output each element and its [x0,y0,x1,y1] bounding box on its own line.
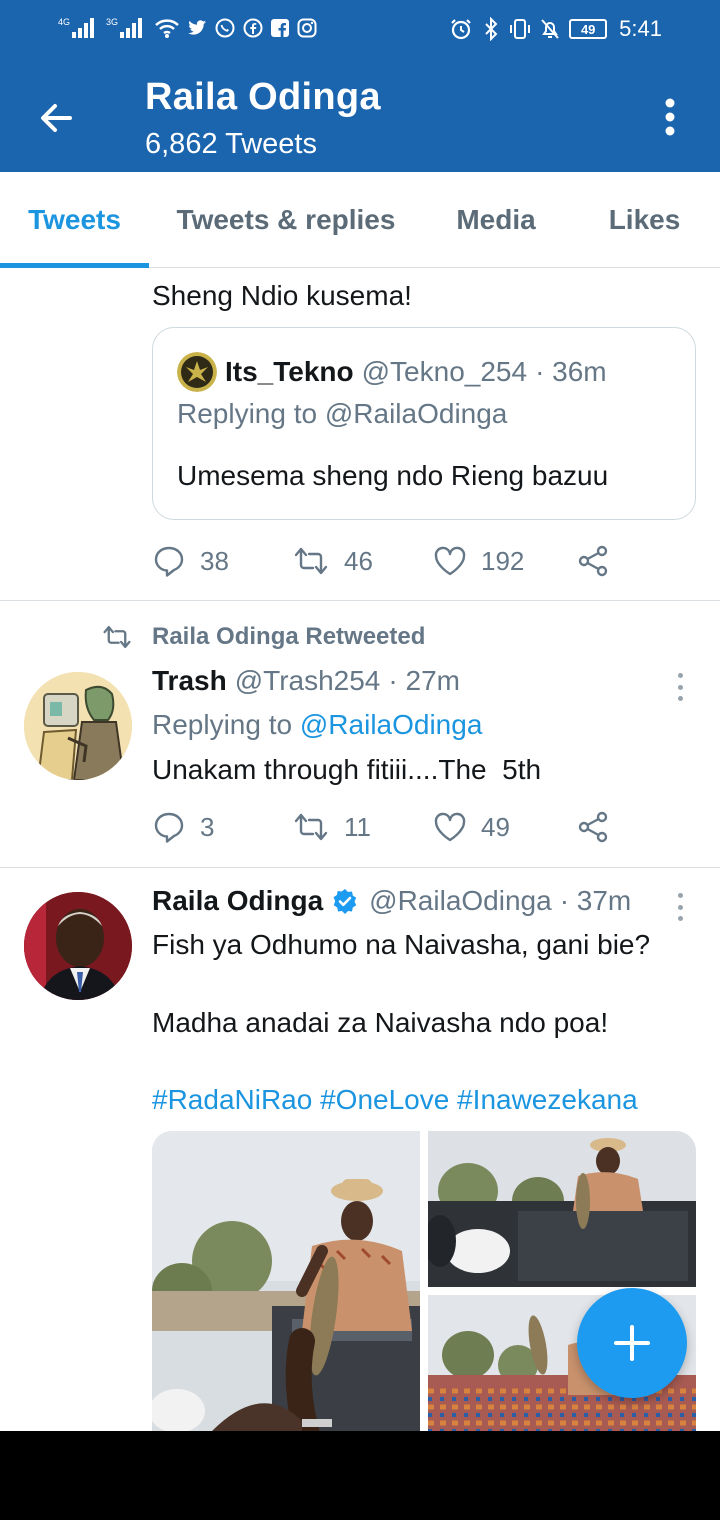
vibrate-icon [510,19,531,39]
retweet-count: 11 [344,811,371,842]
compose-tweet-button[interactable] [577,1288,687,1398]
reply-count: 38 [200,545,229,576]
tab-media[interactable]: Media [423,172,569,268]
facebook-circle-icon [243,18,263,38]
share-button[interactable] [576,544,624,578]
tweet-text: Unakam through fitiii....The 5th [152,754,542,785]
app-header: 4G 3G 49 5:41 Raila Odinga 6,862 Tweets [0,0,720,172]
tweet-time: · 27m [388,665,460,696]
tweet-header: Raila Odinga @RailaOdinga · 37m [152,885,631,917]
tweet-divider [0,867,720,868]
avatar[interactable] [24,892,132,1000]
tab-tweets[interactable]: Tweets [0,172,149,268]
user-name[interactable]: Raila Odinga [152,885,323,917]
quoted-user-avatar[interactable] [177,352,217,392]
status-left-icons: 4G 3G [58,16,318,40]
tweet-actions: 38 46 192 [152,541,624,581]
retweet-count: 46 [344,545,373,576]
tweet-text-line: Fish ya Odhumo na Naivasha, gani bie? [152,929,651,960]
svg-text:4G: 4G [58,17,70,27]
quoted-tweet-time: · 36m [535,356,607,387]
tweet-divider [0,600,720,601]
quoted-user-name[interactable]: Its_Tekno [225,356,354,388]
retweet-button[interactable]: 46 [292,544,433,578]
tweet-feed[interactable]: Sheng Ndio kusema! Its_Tekno @Tekno_254 … [0,269,720,1431]
share-icon [578,811,608,843]
avatar[interactable] [24,672,132,780]
tweet-text: Sheng Ndio kusema! [152,280,412,311]
status-time: 5:41 [619,16,662,41]
like-button[interactable]: 49 [433,811,576,843]
signal-3g-icon: 3G [106,17,142,38]
tweet-time: · 37m [559,885,632,916]
quoted-tweet-card[interactable]: Its_Tekno @Tekno_254 · 36m Replying to @… [152,327,696,520]
replying-to-handle[interactable]: @RailaOdinga [300,709,483,740]
media-photo-1[interactable] [152,1131,420,1431]
active-tab-indicator [0,263,149,268]
retweet-icon [294,813,328,841]
back-button[interactable] [30,92,82,144]
wifi-icon [155,19,179,38]
tweet-options-button[interactable] [670,889,690,925]
battery-indicator: 49 [569,19,608,39]
tweet-options-button[interactable] [670,669,690,705]
media-photo-2[interactable] [428,1131,696,1287]
quoted-tweet-text: Umesema sheng ndo Rieng bazuu [177,460,609,491]
plus-icon [614,1325,650,1361]
retweet-icon [294,547,328,575]
share-button[interactable] [576,810,624,844]
retweeted-by-row: Raila Odinga Retweeted [100,623,425,651]
status-right-icons: 49 5:41 [449,16,662,42]
retweet-button[interactable]: 11 [292,810,433,844]
alarm-icon [451,19,471,40]
tweet-count: 6,862 Tweets [145,128,317,160]
heart-icon [434,812,466,842]
tweet-header: Trash @Trash254 · 27m [152,665,460,697]
whatsapp-icon [215,18,235,38]
like-count: 49 [481,811,510,842]
more-vertical-icon [665,98,675,136]
user-handle[interactable]: @Trash254 [235,665,381,697]
like-button[interactable]: 192 [433,545,576,577]
profile-tabs: Tweets Tweets & replies Media Likes [0,172,720,268]
signal-4g-icon: 4G [58,17,94,38]
tweet-actions: 3 11 49 [152,807,624,847]
reply-icon [154,546,184,577]
user-handle[interactable]: @RailaOdinga [369,885,552,917]
overflow-menu-button[interactable] [650,92,690,142]
mute-bell-icon [541,19,559,39]
like-count: 192 [481,545,525,576]
share-icon [578,545,608,577]
avatar-illustration [24,672,132,780]
replying-to-label: Replying to [152,709,293,740]
instagram-icon [297,18,317,38]
system-navigation-bar [0,1431,720,1520]
quoted-replying-to: Replying to @RailaOdinga [177,398,508,429]
verified-badge-icon [333,889,357,914]
replying-to-line: Replying to @RailaOdinga [152,706,482,744]
retweet-small-icon [103,625,131,649]
hashtags[interactable]: #RadaNiRao #OneLove #Inawezekana [152,1081,638,1119]
quoted-user-handle[interactable]: @Tekno_254 [362,356,527,388]
reply-icon [154,812,184,843]
avatar-clipped [42,269,112,274]
facebook-square-icon [271,19,289,37]
arrow-left-icon [41,104,72,132]
status-bar: 4G 3G 49 5:41 [0,0,720,62]
avatar-portrait [24,892,132,1000]
tab-likes[interactable]: Likes [569,172,720,268]
bluetooth-icon [485,17,498,41]
reply-button[interactable]: 38 [152,544,292,578]
retweeted-by-label[interactable]: Raila Odinga Retweeted [152,623,425,651]
svg-text:3G: 3G [106,17,118,27]
heart-icon [434,546,466,576]
reply-count: 3 [200,811,215,842]
user-name[interactable]: Trash [152,665,227,697]
profile-name-title: Raila Odinga [145,76,381,118]
twitter-icon [188,20,206,35]
tab-tweets-replies[interactable]: Tweets & replies [149,172,423,268]
tweet-text-line: Madha anadai za Naivasha ndo poa! [152,1007,609,1038]
reply-button[interactable]: 3 [152,810,292,844]
